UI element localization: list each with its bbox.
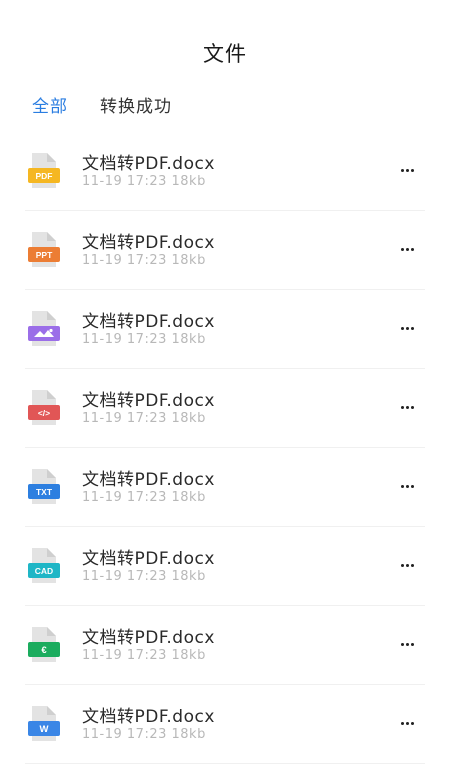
- file-meta: 11-19 17:23 18kb: [82, 253, 206, 268]
- more-options-button[interactable]: [393, 476, 421, 496]
- money-file-icon: €: [27, 626, 61, 664]
- file-row[interactable]: PDF 文档转PDF.docx 11-19 17:23 18kb: [25, 132, 425, 211]
- file-row[interactable]: TXT 文档转PDF.docx 11-19 17:23 18kb: [25, 448, 425, 527]
- file-name: 文档转PDF.docx: [82, 549, 215, 569]
- code-file-icon: </>: [27, 389, 61, 427]
- file-name: 文档转PDF.docx: [82, 312, 215, 332]
- file-type-label: PDF: [36, 171, 53, 181]
- pdf-file-icon: PDF: [27, 152, 61, 190]
- file-name: 文档转PDF.docx: [82, 628, 215, 648]
- word-file-icon: W: [27, 705, 61, 743]
- file-meta: 11-19 17:23 18kb: [82, 727, 206, 742]
- file-type-label: </>: [38, 408, 50, 418]
- file-meta: 11-19 17:23 18kb: [82, 332, 206, 347]
- file-meta: 11-19 17:23 18kb: [82, 648, 206, 663]
- file-list: PDF 文档转PDF.docx 11-19 17:23 18kb PPT 文档转PDF.…: [0, 132, 450, 764]
- file-row[interactable]: W 文档转PDF.docx 11-19 17:23 18kb: [25, 685, 425, 764]
- more-options-button[interactable]: [393, 397, 421, 417]
- file-meta: 11-19 17:23 18kb: [82, 174, 206, 189]
- file-meta: 11-19 17:23 18kb: [82, 411, 206, 426]
- file-name: 文档转PDF.docx: [82, 233, 215, 253]
- file-row[interactable]: CAD 文档转PDF.docx 11-19 17:23 18kb: [25, 527, 425, 606]
- tab-converted[interactable]: 转换成功: [100, 92, 172, 117]
- header: 文件: [0, 0, 450, 80]
- more-options-button[interactable]: [393, 634, 421, 654]
- file-type-label: CAD: [35, 566, 53, 576]
- more-options-button[interactable]: [393, 239, 421, 259]
- file-type-label: €: [41, 645, 47, 656]
- txt-file-icon: TXT: [27, 468, 61, 506]
- file-type-label: PPT: [36, 250, 53, 260]
- file-row[interactable]: PPT 文档转PDF.docx 11-19 17:23 18kb: [25, 211, 425, 290]
- file-name: 文档转PDF.docx: [82, 470, 215, 490]
- more-options-button[interactable]: [393, 160, 421, 180]
- page-title: 文件: [203, 42, 247, 66]
- image-file-icon: [27, 310, 61, 348]
- file-meta: 11-19 17:23 18kb: [82, 569, 206, 584]
- file-meta: 11-19 17:23 18kb: [82, 490, 206, 505]
- tab-all[interactable]: 全部: [32, 92, 68, 117]
- tab-bar: 全部 转换成功: [32, 92, 172, 117]
- ppt-file-icon: PPT: [27, 231, 61, 269]
- more-options-button[interactable]: [393, 555, 421, 575]
- file-name: 文档转PDF.docx: [82, 707, 215, 727]
- file-type-label: W: [40, 724, 49, 735]
- file-type-label: TXT: [36, 487, 53, 497]
- file-row[interactable]: 文档转PDF.docx 11-19 17:23 18kb: [25, 290, 425, 369]
- more-options-button[interactable]: [393, 318, 421, 338]
- file-row[interactable]: € 文档转PDF.docx 11-19 17:23 18kb: [25, 606, 425, 685]
- cad-file-icon: CAD: [27, 547, 61, 585]
- more-options-button[interactable]: [393, 713, 421, 733]
- file-name: 文档转PDF.docx: [82, 154, 215, 174]
- file-name: 文档转PDF.docx: [82, 391, 215, 411]
- file-row[interactable]: </> 文档转PDF.docx 11-19 17:23 18kb: [25, 369, 425, 448]
